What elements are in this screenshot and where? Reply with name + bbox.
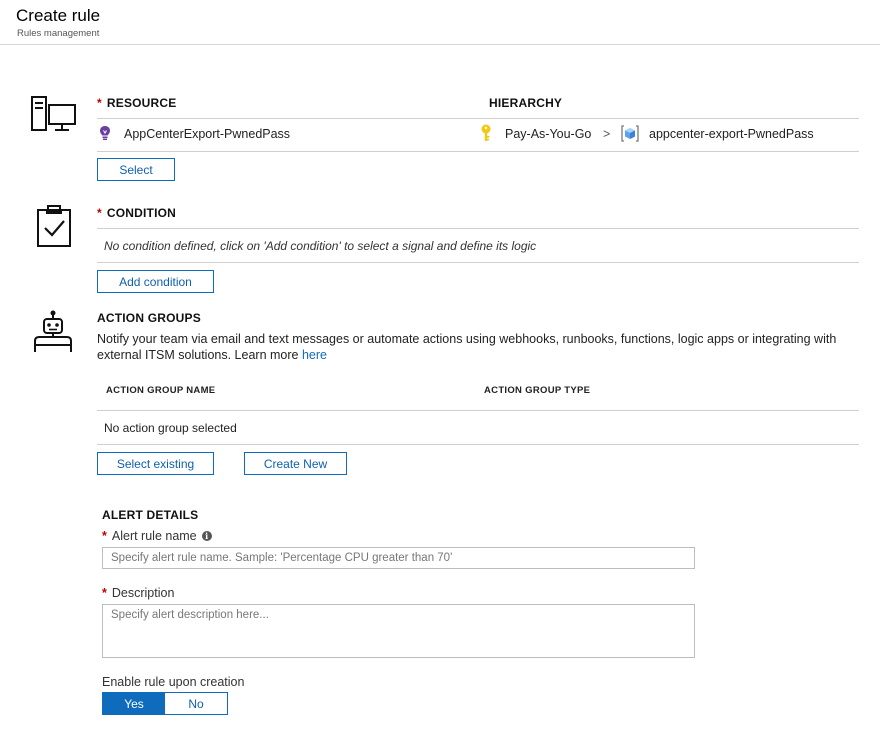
create-new-button[interactable]: Create New xyxy=(244,452,347,475)
alert-details-heading: ALERT DETAILS xyxy=(102,508,199,522)
condition-empty-text: No condition defined, click on 'Add cond… xyxy=(104,239,537,253)
column-header-name[interactable]: ACTION GROUP NAME xyxy=(106,385,215,396)
action-group-empty-text: No action group selected xyxy=(104,421,237,435)
divider xyxy=(97,444,859,445)
add-condition-button[interactable]: Add condition xyxy=(97,270,214,293)
clipboard-check-icon xyxy=(36,204,72,248)
resource-group-name[interactable]: appcenter-export-PwnedPass xyxy=(649,127,814,141)
page-header xyxy=(0,0,880,45)
page-title: Create rule xyxy=(16,6,101,25)
servers-icon xyxy=(30,95,78,133)
learn-more-link[interactable]: here xyxy=(302,348,327,362)
chevron-right-icon: > xyxy=(603,127,611,141)
condition-heading: * CONDITION xyxy=(97,206,177,220)
resource-heading: * RESOURCE xyxy=(97,96,177,110)
select-existing-button[interactable]: Select existing xyxy=(97,452,214,475)
enable-rule-label: Enable rule upon creation xyxy=(102,675,245,689)
page-subtitle: Rules management xyxy=(17,28,100,39)
select-resource-button[interactable]: Select xyxy=(97,158,175,181)
resource-name: AppCenterExport-PwnedPass xyxy=(124,127,291,141)
toggle-no[interactable]: No xyxy=(165,693,227,714)
lightbulb-icon xyxy=(99,125,111,146)
subscription-name[interactable]: Pay-As-You-Go xyxy=(505,127,591,141)
divider xyxy=(97,262,859,263)
action-groups-heading: ACTION GROUPS xyxy=(97,311,201,325)
description-textarea[interactable] xyxy=(102,604,695,658)
toggle-yes[interactable]: Yes xyxy=(103,693,165,714)
robot-icon xyxy=(33,310,73,354)
key-icon xyxy=(480,124,492,147)
divider xyxy=(97,151,859,152)
info-icon[interactable]: i xyxy=(201,531,212,541)
divider xyxy=(97,228,859,229)
alert-rule-name-input[interactable] xyxy=(102,547,695,569)
alert-rule-name-label: * Alert rule name i xyxy=(102,529,212,543)
column-header-type[interactable]: ACTION GROUP TYPE xyxy=(484,385,590,396)
resource-group-icon xyxy=(621,125,639,147)
description-label: * Description xyxy=(102,586,175,600)
divider xyxy=(97,118,859,119)
divider xyxy=(97,410,859,411)
enable-rule-toggle[interactable]: Yes No xyxy=(102,692,228,715)
hierarchy-heading: HIERARCHY xyxy=(489,96,563,110)
action-groups-description: Notify your team via email and text mess… xyxy=(97,332,837,362)
